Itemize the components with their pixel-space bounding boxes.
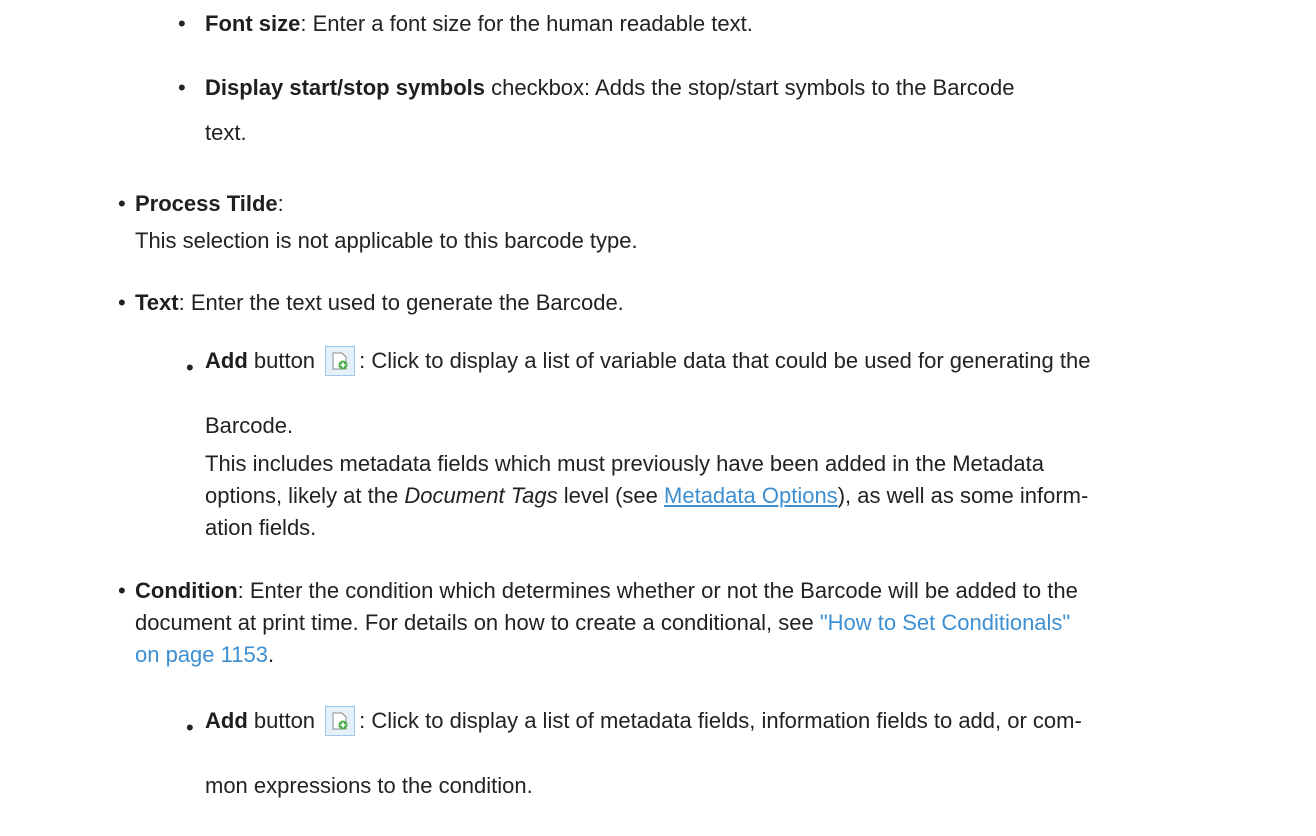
text-desc: : Enter the text used to generate the Ba… bbox=[178, 290, 624, 315]
bullet-process-tilde: • bbox=[118, 191, 126, 216]
condition-label: Condition bbox=[135, 578, 238, 603]
text-add-note-line2: options, likely at the Document Tags lev… bbox=[205, 480, 1088, 512]
text-add-label: Add bbox=[205, 348, 248, 373]
process-tilde-colon: : bbox=[277, 191, 284, 216]
display-start-stop-item: Display start/stop symbols checkbox: Add… bbox=[205, 72, 1015, 104]
condition-item: Condition: Enter the condition which det… bbox=[135, 575, 1078, 607]
text-add-item: Add button : Click to display a list of … bbox=[205, 345, 1090, 377]
condition-desc-line3: on page 1153. bbox=[135, 639, 274, 671]
process-tilde-desc: This selection is not applicable to this… bbox=[135, 228, 638, 253]
condition-period: . bbox=[267, 642, 275, 667]
text-add-note-b: level (see bbox=[557, 483, 665, 508]
how-to-set-conditionals-link[interactable]: "How to Set Conditionals" bbox=[820, 610, 1070, 635]
text-add-note-line1: This includes metadata fields which must… bbox=[205, 451, 1044, 476]
display-start-stop-desc: checkbox: Adds the stop/start symbols to… bbox=[484, 75, 1015, 100]
display-start-stop-label: Display start/stop symbols bbox=[205, 75, 485, 100]
condition-add-word-button: button bbox=[247, 708, 322, 733]
add-data-icon[interactable] bbox=[325, 346, 356, 376]
add-condition-icon[interactable] bbox=[325, 706, 356, 736]
text-add-desc-cont: Barcode. bbox=[205, 413, 294, 438]
text-add-word-button: button bbox=[247, 348, 322, 373]
condition-add-item: Add button : Click to display a list of … bbox=[205, 705, 1082, 737]
condition-add-desc: : Click to display a list of metadata fi… bbox=[359, 708, 1082, 733]
bullet-condition: • bbox=[118, 578, 126, 603]
text-label: Text bbox=[135, 290, 179, 315]
metadata-options-link[interactable]: Metadata Options bbox=[664, 483, 838, 508]
bullet-condition-add: • bbox=[186, 715, 194, 740]
condition-desc-line2: document at print time. For details on h… bbox=[135, 607, 1070, 639]
display-start-stop-desc-cont: text. bbox=[205, 120, 247, 145]
text-add-note-a: options, likely at the bbox=[205, 483, 405, 508]
bullet-display-start-stop: • bbox=[178, 75, 186, 100]
process-tilde-label: Process Tilde bbox=[135, 191, 278, 216]
font-size-item: Font size: Enter a font size for the hum… bbox=[205, 8, 753, 40]
condition-add-desc-cont: mon expressions to the condition. bbox=[205, 773, 533, 798]
document-tags-term: Document Tags bbox=[404, 483, 558, 508]
font-size-label: Font size bbox=[205, 11, 301, 36]
text-add-note-c: ), as well as some inform- bbox=[837, 483, 1089, 508]
bullet-text-add: • bbox=[186, 355, 194, 380]
text-item: Text: Enter the text used to generate th… bbox=[135, 287, 624, 319]
text-add-desc: : Click to display a list of variable da… bbox=[359, 348, 1091, 373]
condition-desc-a: document at print time. For details on h… bbox=[135, 610, 820, 635]
process-tilde-item: Process Tilde: bbox=[135, 188, 284, 220]
bullet-text: • bbox=[118, 290, 126, 315]
text-add-note-line3: ation fields. bbox=[205, 515, 317, 540]
font-size-desc: : Enter a font size for the human readab… bbox=[300, 11, 753, 36]
condition-add-label: Add bbox=[205, 708, 248, 733]
condition-desc: : Enter the condition which determines w… bbox=[237, 578, 1078, 603]
bullet-font-size: • bbox=[178, 11, 186, 36]
page-1153-link[interactable]: on page 1153 bbox=[135, 642, 268, 667]
